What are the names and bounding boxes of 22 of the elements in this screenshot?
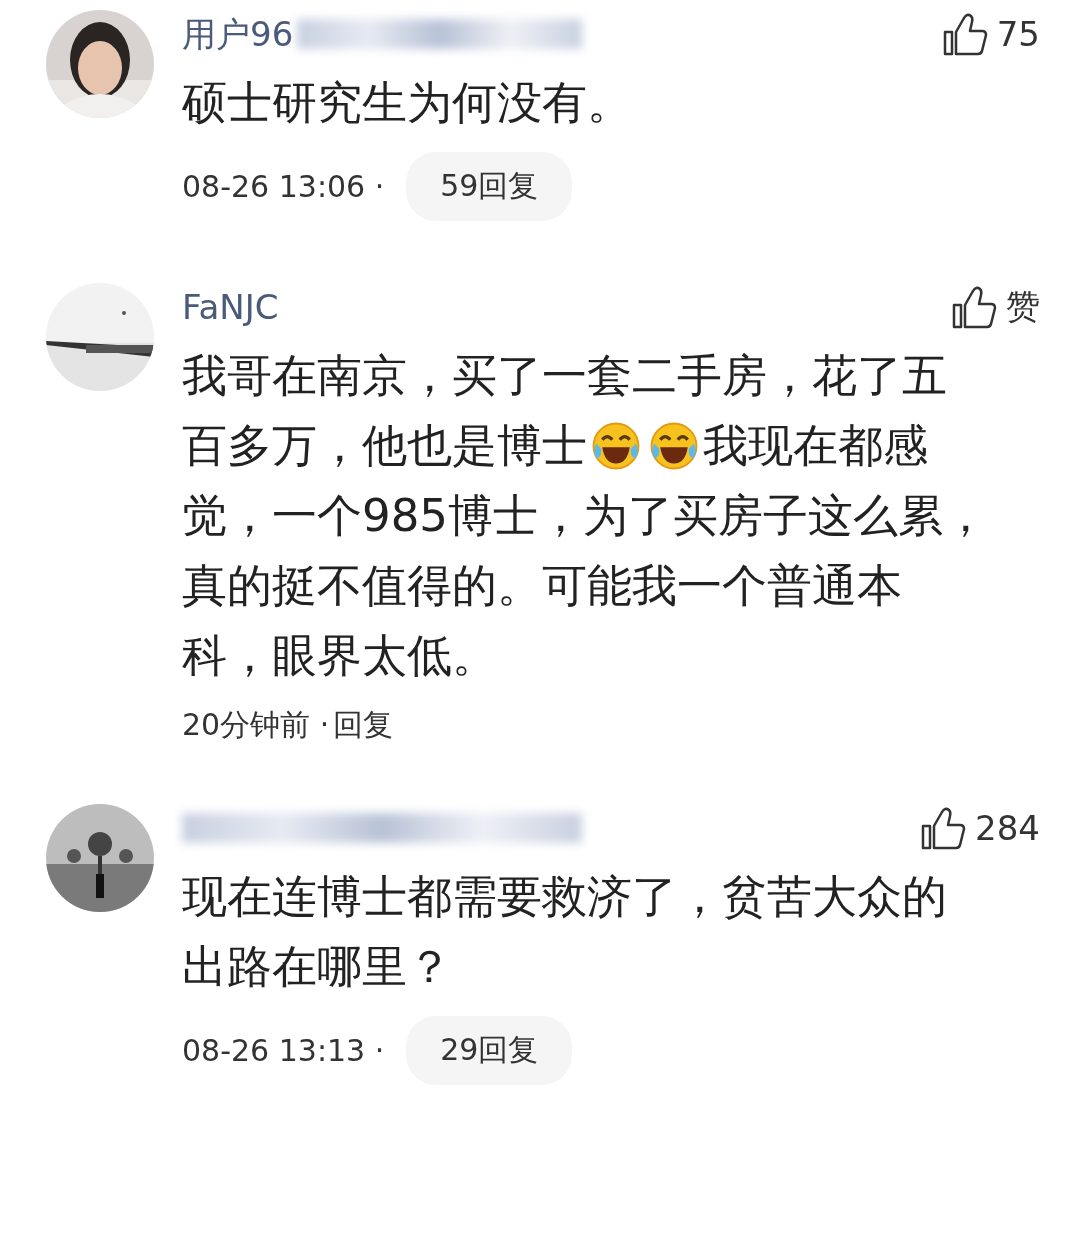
username[interactable]: 用户96: [182, 14, 294, 54]
laughing-face-icon: [649, 421, 699, 471]
comment-text: 科，眼界太低。: [182, 628, 497, 684]
reply-button[interactable]: 29回复: [406, 1016, 573, 1085]
comment-text: 现在连博士都需要救济了，贫苦大众的: [182, 869, 947, 925]
comment-text: 我现在都感: [703, 418, 928, 474]
like-button[interactable]: 75: [940, 10, 1040, 58]
timestamp: 08-26 13:13 ·: [182, 1033, 385, 1068]
username[interactable]: FaNJC: [182, 287, 279, 327]
comment-text: 觉，一个985博士，为了买房子这么累，: [182, 488, 988, 544]
comment-text: 我哥在南京，买了一套二手房，花了五: [182, 348, 947, 404]
like-button[interactable]: 284: [919, 804, 1040, 852]
reply-link[interactable]: 回复: [333, 705, 394, 746]
comment-text: 百多万，他也是博士: [182, 418, 587, 474]
comment-text: 出路在哪里？: [182, 939, 452, 995]
comment-text: 硕士研究生为何没有。: [182, 75, 632, 131]
comment-text: 真的挺不值得的。可能我一个普通本: [182, 558, 902, 614]
timestamp: 08-26 13:06 ·: [182, 169, 385, 204]
like-button[interactable]: 赞: [950, 283, 1040, 331]
laughing-face-icon: [591, 421, 641, 471]
timestamp: 20分钟前 ·: [182, 706, 330, 744]
reply-button[interactable]: 59回复: [406, 152, 573, 221]
